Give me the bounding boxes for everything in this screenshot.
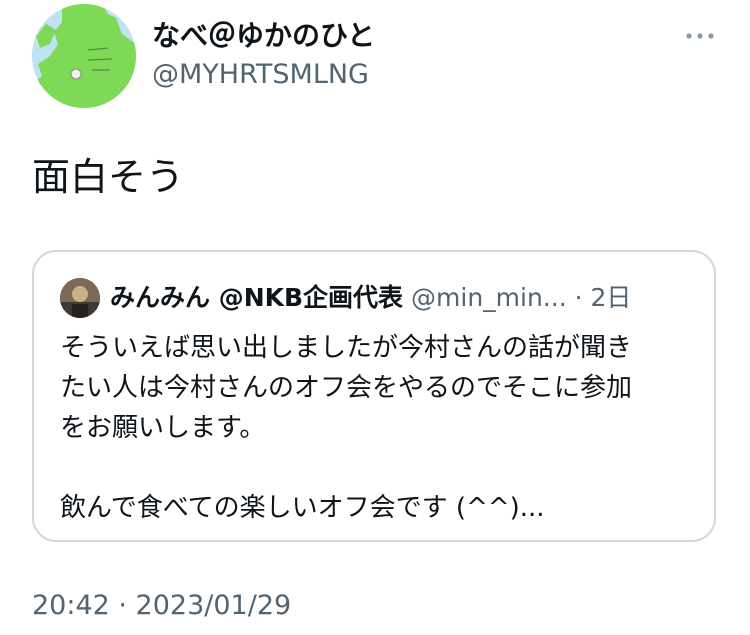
quoted-author-handle: @min_min...	[411, 283, 567, 312]
header-separator: ·	[574, 283, 583, 312]
author-handle[interactable]: @MYHRTSMLNG	[152, 58, 369, 92]
author-avatar[interactable]	[32, 4, 136, 108]
author-display-name[interactable]: なべ＠ゆかのひと	[152, 18, 375, 54]
quoted-text-line: そういえば思い出しましたが今村さんの話が聞き	[60, 333, 633, 363]
tweet-timestamp[interactable]: 20:42 · 2023/01/29	[32, 588, 291, 624]
photo-avatar-icon	[60, 278, 100, 318]
tweet-text: 面白そう	[32, 155, 185, 199]
quoted-author-name: みんみん @NKB企画代表	[110, 283, 404, 312]
quoted-tweet-body: そういえば思い出しましたが今村さんの話が聞き たい人は今村さんのオフ会をやるので…	[60, 328, 690, 528]
quoted-tweet-card[interactable]: みんみん @NKB企画代表 @min_min... · 2日 そういえば思い出し…	[32, 250, 716, 542]
quoted-tweet-header: みんみん @NKB企画代表 @min_min... · 2日	[110, 280, 631, 316]
quoted-text-blank-line	[60, 448, 690, 488]
quoted-text-line: たい人は今村さんのオフ会をやるのでそこに参加	[60, 373, 633, 403]
quoted-author-avatar[interactable]	[60, 278, 100, 318]
quoted-tweet-time: 2日	[590, 283, 632, 312]
map-avatar-icon	[32, 4, 136, 108]
more-options-icon[interactable]	[684, 28, 716, 44]
quoted-text-line: をお願いします。	[60, 413, 266, 443]
quoted-text-line: 飲んで食べての楽しいオフ会です (^^)...	[60, 493, 545, 523]
